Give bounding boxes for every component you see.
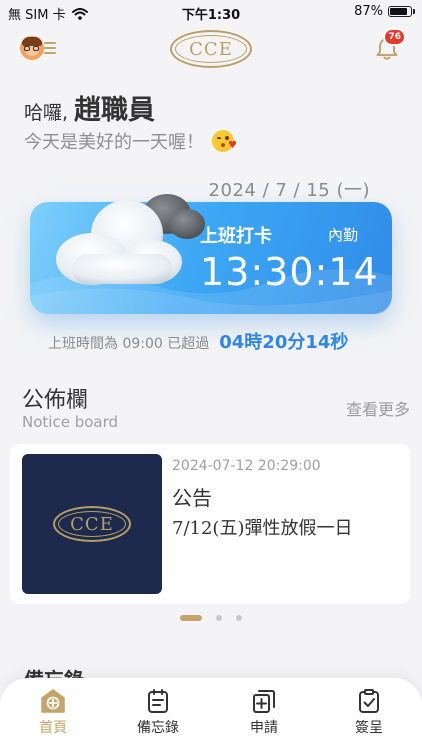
avatar: [20, 36, 44, 60]
punch-clock: 13:30:14: [200, 250, 379, 294]
tab-home-label: 首頁: [39, 720, 67, 736]
notice-card[interactable]: CCE 2024-07-12 20:29:00 公告 7/12(五)彈性放假一日: [10, 444, 410, 604]
pager-dot[interactable]: [236, 615, 242, 621]
current-date: 2024 / 7 / 15 (一): [208, 180, 370, 201]
home-icon: [41, 689, 65, 713]
tab-home[interactable]: 首頁: [13, 688, 93, 737]
greeting-subtitle-row: 今天是美好的一天喔！ ♥: [24, 128, 237, 154]
tab-bar: 首頁 備忘錄 申請 簽呈: [0, 678, 422, 750]
status-bar: 無 SIM 卡 下午1:30 87%: [0, 0, 422, 26]
notification-badge: 76: [383, 28, 406, 46]
punch-type: 內勤: [327, 226, 358, 244]
tab-apply-label: 申請: [250, 720, 278, 736]
cloud-weather-icon: [56, 194, 205, 285]
notice-heading: 公告: [172, 486, 212, 510]
notice-subtitle: Notice board: [22, 413, 119, 431]
apply-icon: [253, 690, 275, 713]
battery-icon: [388, 6, 415, 17]
overtime-value: 04時20分14秒: [219, 332, 349, 353]
pager-dot[interactable]: [216, 615, 222, 621]
tab-apply[interactable]: 申請: [224, 688, 304, 737]
approval-icon: [359, 689, 379, 713]
memo-icon: [148, 689, 168, 713]
overtime-label: 上班時間為 09:00 已超過: [48, 336, 210, 352]
greeting: 哈囉, 趙職員: [24, 88, 155, 127]
see-more-link[interactable]: 查看更多: [346, 396, 410, 420]
notice-date: 2024-07-12 20:29:00: [172, 458, 321, 474]
greeting-hello: 哈囉,: [24, 102, 69, 124]
battery-level: [390, 8, 408, 15]
notice-logo: CCE: [53, 506, 131, 542]
notice-image: CCE: [22, 454, 162, 594]
greeting-subtitle: 今天是美好的一天喔！: [24, 132, 204, 153]
avatar-menu-button[interactable]: [20, 34, 64, 62]
notice-pager[interactable]: [0, 615, 422, 621]
status-right: 87%: [354, 4, 415, 19]
notice-body: 7/12(五)彈性放假一日: [172, 518, 353, 539]
tab-approval[interactable]: 簽呈: [329, 688, 409, 737]
company-logo: CCE: [170, 30, 252, 68]
punch-label: 上班打卡: [200, 226, 272, 247]
punch-in-card[interactable]: 上班打卡 內勤 13:30:14: [30, 194, 392, 314]
menu-icon: [44, 42, 56, 54]
kiss-emoji-icon: ♥: [212, 130, 237, 152]
pager-dot[interactable]: [180, 615, 202, 621]
app-header: CCE 76: [0, 28, 422, 70]
overtime-row: 上班時間為 09:00 已超過 04時20分14秒: [48, 328, 388, 354]
battery-percent: 87%: [354, 4, 383, 19]
tab-memo-label: 備忘錄: [137, 720, 179, 736]
tab-approval-label: 簽呈: [355, 720, 383, 736]
tab-memo[interactable]: 備忘錄: [118, 688, 198, 737]
notice-title: 公佈欄: [22, 388, 89, 413]
user-name: 趙職員: [74, 95, 156, 126]
